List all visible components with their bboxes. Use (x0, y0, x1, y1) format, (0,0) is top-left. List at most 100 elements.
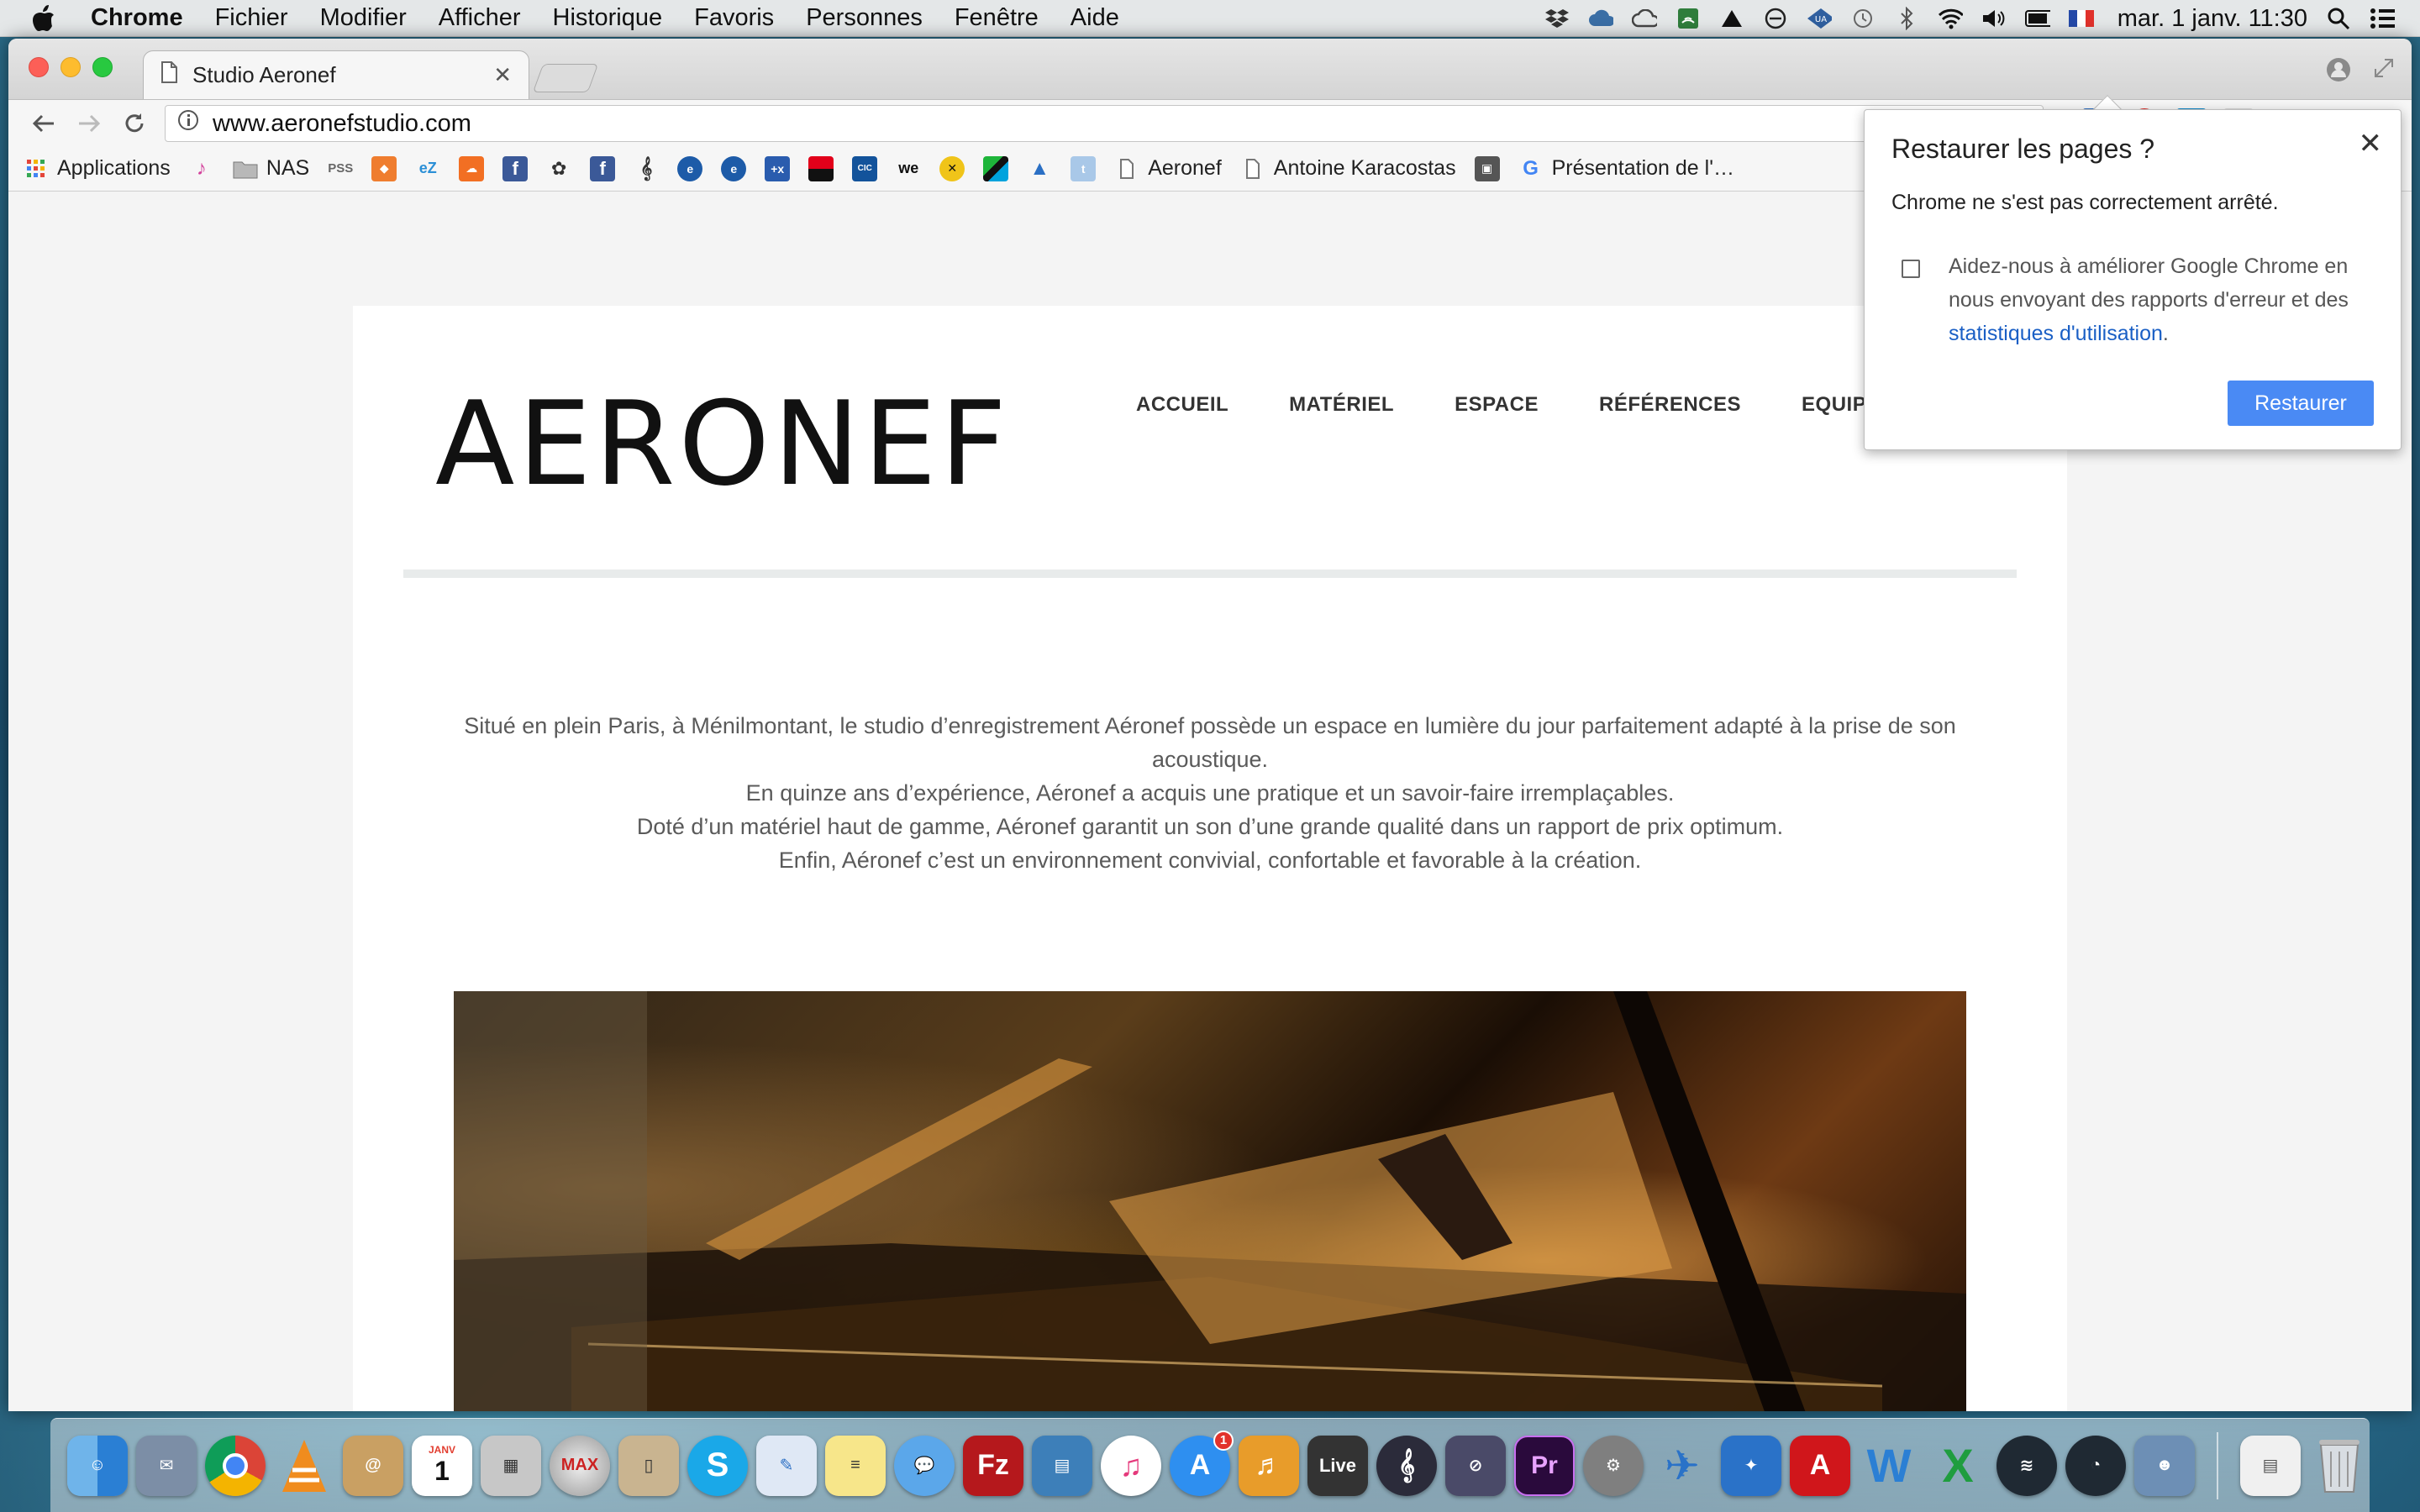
bookmark-e-2[interactable]: e (721, 155, 747, 181)
photo-booth-icon[interactable]: ☻ (2134, 1435, 2195, 1496)
profile-icon[interactable] (2326, 57, 2351, 87)
back-arrow-icon[interactable] (30, 110, 57, 137)
skype-app-icon[interactable]: S (687, 1435, 748, 1496)
bookmark-cic[interactable]: CIC (852, 155, 878, 181)
contacts-icon[interactable]: @ (343, 1435, 403, 1496)
wifi-network-icon[interactable] (1676, 6, 1701, 31)
premiere-pro-icon[interactable]: Pr (1514, 1435, 1575, 1496)
site-info-icon[interactable] (177, 109, 199, 138)
bookmark-yellow[interactable]: ✕ (939, 155, 965, 181)
url-text[interactable]: www.aeronefstudio.com (213, 110, 471, 138)
site-logo[interactable]: AERONEF (435, 386, 1010, 502)
apple-menu-icon[interactable] (32, 0, 82, 37)
calculator-icon[interactable]: ▦ (481, 1435, 541, 1496)
time-machine-icon[interactable] (1850, 6, 1876, 31)
bookmark-antoine[interactable]: Antoine Karacostas (1240, 156, 1456, 181)
bookmark-pss[interactable]: PSS (328, 156, 353, 181)
bookmark-flower[interactable]: ✿ (546, 156, 571, 181)
app-store-icon[interactable]: A1 (1170, 1430, 1234, 1496)
creative-cloud-icon[interactable] (1631, 6, 1657, 31)
calendar-icon[interactable]: JANV 1 (412, 1435, 472, 1496)
nav-accueil[interactable]: ACCUEIL (1136, 393, 1228, 417)
google-drive-icon[interactable] (1719, 6, 1744, 31)
battery-icon[interactable] (2024, 6, 2050, 31)
flag-fr-icon[interactable] (2068, 6, 2094, 31)
bird-app-icon[interactable]: ✈ (1652, 1436, 1712, 1496)
bookmark-triangle[interactable]: ▲ (1027, 156, 1052, 181)
bookmark-applications[interactable]: Applications (24, 156, 171, 181)
menu-favoris[interactable]: Favoris (694, 4, 774, 32)
dialog-close-icon[interactable]: ✕ (2359, 127, 2383, 160)
trash-icon[interactable] (2309, 1436, 2370, 1496)
menu-fichier[interactable]: Fichier (215, 4, 288, 32)
new-tab-button[interactable] (532, 64, 599, 92)
window-zoom-button[interactable] (92, 57, 113, 77)
bookmark-presentation[interactable]: G Présentation de l'… (1518, 156, 1734, 181)
bookmark-societe-generale[interactable] (808, 155, 834, 181)
ua-meter-icon[interactable]: ◔ (2065, 1435, 2126, 1496)
volume-icon[interactable] (1981, 6, 2007, 31)
forward-arrow-icon[interactable] (76, 110, 103, 137)
fullscreen-icon[interactable] (2373, 57, 2395, 83)
garageband-icon[interactable]: ♬ (1239, 1435, 1299, 1496)
bookmark-box[interactable]: ◆ (371, 155, 397, 181)
bookmark-e-1[interactable]: e (677, 155, 703, 181)
bookmark-twitter[interactable]: t (1071, 155, 1097, 181)
bookmark-ez[interactable]: eZ (415, 156, 440, 181)
menu-app-chrome[interactable]: Chrome (91, 4, 183, 32)
nav-references[interactable]: RÉFÉRENCES (1599, 393, 1741, 417)
menu-modifier[interactable]: Modifier (320, 4, 407, 32)
menu-historique[interactable]: Historique (553, 4, 663, 32)
tab-studio-aeronef[interactable]: Studio Aeronef ✕ (143, 50, 529, 99)
notification-center-icon[interactable] (2370, 6, 2395, 31)
dvd-player-icon[interactable]: MAX (550, 1435, 610, 1496)
chrome-app-icon[interactable] (205, 1435, 266, 1496)
bookmark-facebook-2[interactable]: f (590, 155, 616, 181)
system-preferences-icon[interactable]: ⚙ (1583, 1435, 1644, 1496)
sibelius-icon[interactable]: 𝄞 (1376, 1435, 1437, 1496)
filezilla-icon[interactable]: Fz (963, 1435, 1023, 1496)
word-icon[interactable]: W (1859, 1436, 1919, 1496)
bookmark-facebook-1[interactable]: f (502, 155, 529, 181)
bookmark-music-icon[interactable]: ♪ (189, 156, 214, 181)
nav-espace[interactable]: ESPACE (1455, 393, 1539, 417)
usage-stats-checkbox[interactable] (1902, 260, 1920, 278)
bookmark-soundcloud[interactable]: ☁ (459, 155, 485, 181)
documents-stack-icon[interactable]: ▤ (2240, 1435, 2301, 1496)
menu-aide[interactable]: Aide (1071, 4, 1119, 32)
window-minimize-button[interactable] (60, 57, 81, 77)
tab-close-icon[interactable]: ✕ (493, 62, 512, 88)
window-close-button[interactable] (29, 57, 49, 77)
sync-icon[interactable] (1763, 6, 1788, 31)
autocad-icon[interactable]: A (1790, 1435, 1850, 1496)
preferences-app-icon[interactable]: ✎ (756, 1435, 817, 1496)
disabled-app-icon[interactable]: ⊘ (1445, 1435, 1506, 1496)
menu-personnes[interactable]: Personnes (806, 4, 923, 32)
nav-materiel[interactable]: MATÉRIEL (1289, 393, 1394, 417)
menubar-clock[interactable]: mar. 1 janv. 11:30 (2118, 5, 2307, 33)
messages-icon[interactable]: 💬 (894, 1435, 955, 1496)
stickies-icon[interactable]: ≡ (825, 1435, 886, 1496)
vlc-icon[interactable] (274, 1436, 334, 1496)
bluetooth-icon[interactable] (1894, 6, 1919, 31)
excel-icon[interactable]: X (1928, 1436, 1988, 1496)
itunes-icon[interactable]: ♫ (1101, 1435, 1161, 1496)
mail-app-icon[interactable]: ✉ (136, 1435, 197, 1496)
finder-icon[interactable]: ☺ (67, 1435, 128, 1496)
preview-icon[interactable]: ▯ (618, 1435, 679, 1496)
reload-icon[interactable] (121, 110, 148, 137)
spotlight-search-icon[interactable] (2326, 6, 2351, 31)
bookmark-nas[interactable]: NAS (233, 156, 309, 181)
bookmark-plusx[interactable]: +x (765, 155, 791, 181)
bookmark-tanzania[interactable] (983, 155, 1009, 181)
dropbox-icon[interactable] (1544, 6, 1570, 31)
restore-button[interactable]: Restaurer (2228, 381, 2374, 426)
ableton-live-icon[interactable]: Live (1307, 1435, 1368, 1496)
ua-icon[interactable]: UA (1807, 6, 1832, 31)
ua-console-icon[interactable]: ≋ (1996, 1435, 2057, 1496)
menu-afficher[interactable]: Afficher (439, 4, 521, 32)
wifi-icon[interactable] (1938, 6, 1963, 31)
kiwi-app-icon[interactable]: ✦ (1721, 1435, 1781, 1496)
address-bar[interactable]: www.aeronefstudio.com (165, 105, 2044, 142)
iphoto-icon[interactable]: ▤ (1032, 1435, 1092, 1496)
